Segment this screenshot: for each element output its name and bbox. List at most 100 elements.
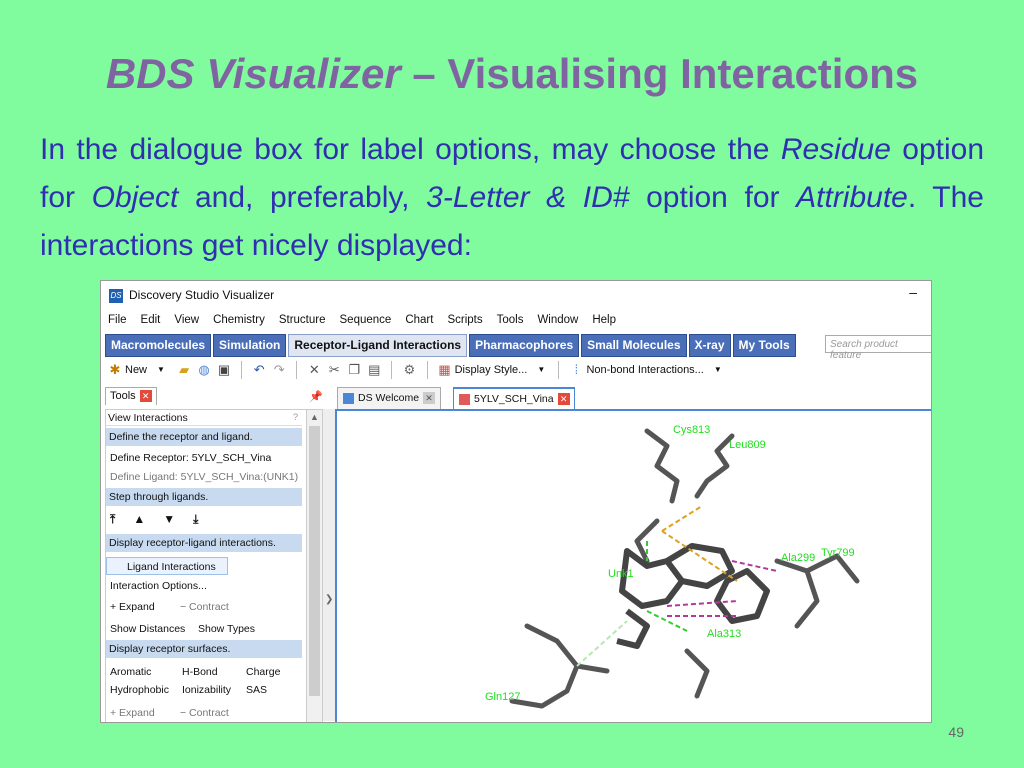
toolbar-divider bbox=[296, 361, 298, 379]
label-ala313: Ala313 bbox=[707, 628, 741, 640]
label-leu809: Leu809 bbox=[729, 439, 766, 451]
copy-icon[interactable]: ❐ bbox=[346, 362, 362, 378]
tab-x-ray[interactable]: X-ray bbox=[688, 334, 731, 357]
body-text-4: option for bbox=[629, 181, 797, 214]
pin-icon[interactable]: 📌 bbox=[309, 390, 323, 403]
panel-scrollbar[interactable]: ▲ bbox=[306, 410, 322, 722]
menu-file[interactable]: File bbox=[101, 311, 134, 326]
tab-macromolecules[interactable]: Macromolecules bbox=[105, 334, 212, 357]
display-style-button[interactable]: Display Style... bbox=[455, 361, 528, 379]
cys813-sidechain bbox=[644, 428, 680, 504]
menu-chart[interactable]: Chart bbox=[398, 311, 440, 326]
paste-icon[interactable]: ▤ bbox=[366, 362, 382, 378]
page-number: 49 bbox=[948, 724, 964, 740]
undo-icon[interactable]: ↶ bbox=[251, 362, 267, 378]
open-server-icon[interactable]: ◍ bbox=[196, 362, 212, 378]
charge-surface-link[interactable]: Charge bbox=[246, 666, 280, 678]
ligand-interactions-button[interactable]: Ligand Interactions bbox=[106, 557, 228, 575]
menu-edit[interactable]: Edit bbox=[134, 311, 168, 326]
next-ligand-icon[interactable]: ▼ bbox=[163, 512, 193, 526]
molecule-icon bbox=[459, 393, 470, 405]
close-icon[interactable]: ✕ bbox=[139, 390, 152, 403]
show-types-link[interactable]: Show Types bbox=[198, 623, 255, 635]
expand-link[interactable]: + Expand bbox=[110, 601, 155, 613]
main-toolbar: ✱ New ▼ ▰ ◍ ▣ ↶ ↷ ✕ ✂ ❐ ▤ ⚙ ▦ Display Style... ▼ ⁞… bbox=[105, 361, 931, 383]
tab-receptor-ligand-interactions[interactable]: Receptor-Ligand Interactions bbox=[288, 334, 468, 357]
minimize-button[interactable]: – bbox=[909, 284, 917, 300]
tab-my-tools[interactable]: My Tools bbox=[732, 334, 796, 357]
chevron-down-icon[interactable]: ▼ bbox=[533, 362, 549, 378]
body-attribute: Attribute bbox=[796, 181, 908, 214]
settings-gear-icon[interactable]: ⚙ bbox=[401, 362, 417, 378]
save-icon[interactable]: ▣ bbox=[216, 362, 232, 378]
app-screenshot: DS Discovery Studio Visualizer – File Edi… bbox=[100, 280, 932, 723]
tab-pharmacophores[interactable]: Pharmacophores bbox=[469, 334, 580, 357]
redo-icon[interactable]: ↷ bbox=[271, 362, 287, 378]
define-receptor-link[interactable]: Define Receptor: 5YLV_SCH_Vina bbox=[110, 452, 271, 464]
interaction-options-link[interactable]: Interaction Options... bbox=[110, 580, 207, 592]
new-button[interactable]: New bbox=[125, 361, 147, 379]
section-display-interactions[interactable]: Display receptor-ligand interactions. bbox=[106, 534, 302, 552]
chevron-down-icon[interactable]: ▼ bbox=[153, 362, 169, 378]
section-define[interactable]: Define the receptor and ligand. bbox=[106, 428, 302, 446]
slide-title: BDS Visualizer – Visualising Interaction… bbox=[0, 50, 1024, 98]
app-logo-icon: DS bbox=[109, 289, 123, 303]
ionizability-surface-link[interactable]: Ionizability bbox=[182, 684, 231, 696]
menu-bar: File Edit View Chemistry Structure Sequence Ch… bbox=[101, 311, 931, 331]
menu-chemistry[interactable]: Chemistry bbox=[206, 311, 272, 326]
molecule-3d-view: Cys813 Leu809 Ala299 Tyr799 Unk1 Ala313 … bbox=[485, 424, 860, 709]
panel-splitter[interactable]: ❯ bbox=[323, 409, 335, 721]
contract-link-2[interactable]: − Contract bbox=[180, 707, 229, 719]
nonbond-interactions-button[interactable]: Non-bond Interactions... bbox=[586, 361, 703, 379]
contract-link[interactable]: − Contract bbox=[180, 601, 229, 613]
menu-sequence[interactable]: Sequence bbox=[333, 311, 399, 326]
ala313-sidechain bbox=[684, 648, 710, 699]
menu-help[interactable]: Help bbox=[585, 311, 623, 326]
label-tyr799: Tyr799 bbox=[821, 547, 855, 559]
welcome-icon bbox=[343, 392, 354, 404]
first-ligand-icon[interactable]: ⤒ bbox=[110, 512, 133, 526]
sas-surface-link[interactable]: SAS bbox=[246, 684, 267, 696]
menu-structure[interactable]: Structure bbox=[272, 311, 333, 326]
tab-simulation[interactable]: Simulation bbox=[213, 334, 287, 357]
ribbon-tabs: Macromolecules Simulation Receptor-Ligand … bbox=[105, 334, 931, 358]
previous-ligand-icon[interactable]: ▲ bbox=[133, 512, 163, 526]
tab-ds-welcome[interactable]: DS Welcome ✕ bbox=[337, 387, 441, 409]
expand-link-2[interactable]: + Expand bbox=[110, 707, 155, 719]
hbond-interaction-ala bbox=[646, 610, 688, 632]
cut-icon[interactable]: ✂ bbox=[326, 362, 342, 378]
menu-view[interactable]: View bbox=[167, 311, 206, 326]
chevron-right-icon[interactable]: ❯ bbox=[325, 594, 333, 605]
close-icon[interactable]: ✕ bbox=[557, 393, 570, 406]
help-icon[interactable]: ? bbox=[293, 412, 298, 422]
tools-tab-label: Tools bbox=[110, 390, 136, 402]
leu809-sidechain bbox=[694, 433, 735, 499]
tab-ds-welcome-label: DS Welcome bbox=[358, 392, 420, 404]
menu-window[interactable]: Window bbox=[530, 311, 585, 326]
hbond-surface-link[interactable]: H-Bond bbox=[182, 666, 218, 678]
open-folder-icon[interactable]: ▰ bbox=[176, 362, 192, 378]
chevron-down-icon[interactable]: ▼ bbox=[710, 362, 726, 378]
tab-small-molecules[interactable]: Small Molecules bbox=[581, 334, 687, 357]
section-surfaces[interactable]: Display receptor surfaces. bbox=[106, 640, 302, 658]
show-distances-link[interactable]: Show Distances bbox=[110, 623, 185, 635]
search-input[interactable]: Search product feature bbox=[825, 335, 931, 361]
aromatic-surface-link[interactable]: Aromatic bbox=[110, 666, 151, 678]
menu-tools[interactable]: Tools bbox=[490, 311, 531, 326]
close-icon[interactable]: ✕ bbox=[423, 392, 436, 405]
tab-5ylv-sch-vina[interactable]: 5YLV_SCH_Vina ✕ bbox=[453, 387, 575, 409]
panel-header: View Interactions? bbox=[106, 410, 302, 426]
hydrophobic-surface-link[interactable]: Hydrophobic bbox=[110, 684, 169, 696]
last-ligand-icon[interactable]: ⤓ bbox=[193, 512, 216, 526]
section-step[interactable]: Step through ligands. bbox=[106, 488, 302, 506]
scroll-up-icon[interactable]: ▲ bbox=[310, 412, 319, 422]
delete-icon[interactable]: ✕ bbox=[306, 362, 322, 378]
menu-scripts[interactable]: Scripts bbox=[440, 311, 489, 326]
tools-tab[interactable]: Tools ✕ bbox=[105, 387, 157, 405]
sulfur-interaction bbox=[661, 505, 703, 532]
define-ligand-link[interactable]: Define Ligand: 5YLV_SCH_Vina:(UNK1) bbox=[110, 471, 298, 483]
new-file-icon: ✱ bbox=[109, 362, 121, 377]
molecule-viewer[interactable]: Cys813 Leu809 Ala299 Tyr799 Unk1 Ala313 … bbox=[335, 409, 931, 722]
step-controls: ⤒▲▼⤓ bbox=[110, 512, 216, 527]
scrollbar-thumb[interactable] bbox=[309, 426, 320, 696]
